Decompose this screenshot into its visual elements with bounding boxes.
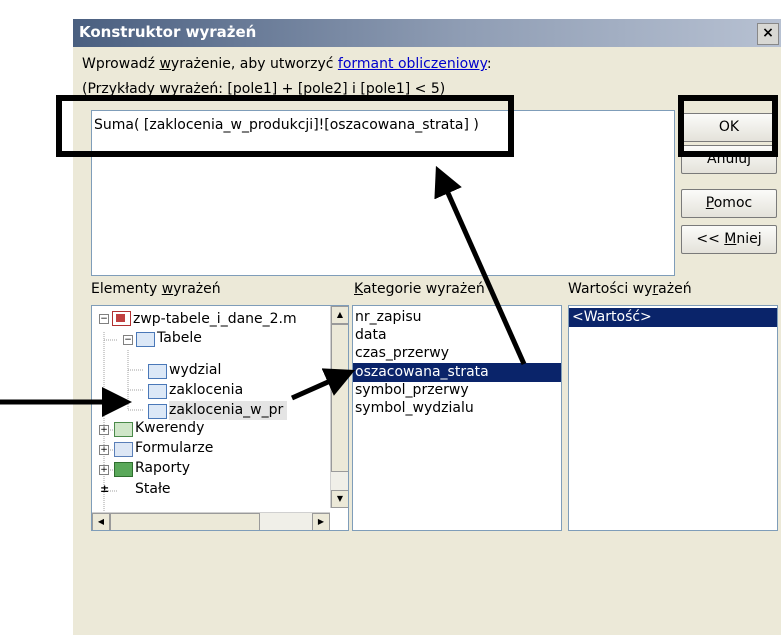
elements-hotkey: w [161,281,174,297]
elements-label-prefix: Elementy [91,281,162,297]
tree-vertical-scrollbar[interactable]: ▲ ▼ [330,306,348,508]
expression-elements-tree[interactable]: − zwp-tabele_i_dane_2.m − Tabele wydzial… [91,305,349,531]
tree-forms[interactable]: Formularze [135,439,213,458]
queries-icon [114,422,133,437]
constants-icon: ± [100,482,110,495]
category-item[interactable]: data [355,326,387,345]
category-item[interactable]: nr_zapisu [355,308,422,327]
less-prefix: << [696,231,725,247]
expression-highlight-box [56,95,514,157]
help-hotkey: P [705,195,714,211]
table-icon [148,404,167,419]
elements-label-rest: yrażeń [173,281,221,297]
table-icon [148,364,167,379]
tree-scroll-thumb[interactable] [331,324,348,472]
category-item[interactable]: symbol_przerwy [355,381,469,400]
scroll-left-icon[interactable]: ◀ [92,513,110,530]
expand-icon[interactable]: + [99,465,109,475]
instruction-text-middle: yrażenie, aby utworzyć [170,56,338,72]
calculated-control-link[interactable]: formant obliczeniowy [338,56,487,72]
less-button[interactable]: << Mniej [681,225,777,254]
scroll-up-icon[interactable]: ▲ [331,306,348,324]
less-label: niej [736,231,762,247]
tree-tables[interactable]: Tabele [157,329,202,348]
database-icon [112,311,131,326]
collapse-icon[interactable]: − [123,335,133,345]
tree-table-item[interactable]: zaklocenia [169,381,243,400]
help-label: omoc [713,195,753,211]
tree-table-item-selected[interactable]: zaklocenia_w_pr [169,401,288,420]
expression-categories-list[interactable]: nr_zapisu data czas_przerwy oszacowana_s… [352,305,562,531]
categories-label-rest: ategorie wyrażeń [362,281,485,297]
scroll-right-icon[interactable]: ▶ [312,513,330,530]
expression-values-list[interactable]: <Wartość> [568,305,778,531]
ok-highlight-box [678,95,778,157]
category-item[interactable]: symbol_wydzialu [355,399,474,418]
instruction-hotkey: w [159,56,171,72]
tree-table-item[interactable]: wydzial [169,361,221,380]
tree-constants[interactable]: Stałe [135,480,171,499]
help-button[interactable]: Pomoc [681,189,777,218]
categories-label: Kategorie wyrażeń [354,281,485,297]
reports-icon [114,462,133,477]
tree-queries[interactable]: Kwerendy [135,419,204,438]
value-item-selected[interactable]: <Wartość> [569,308,777,327]
expand-icon[interactable]: + [99,425,109,435]
tree-horizontal-scrollbar[interactable]: ◀ ▶ [92,512,330,530]
elements-label: Elementy wyrażeń [91,281,221,297]
values-label: Wartości wyrażeń [568,281,692,297]
tree-hscroll-thumb[interactable] [110,513,260,530]
values-label-rest: ażeń [658,281,692,297]
scroll-down-icon[interactable]: ▼ [331,490,348,508]
categories-hotkey: K [354,281,363,297]
category-item[interactable]: czas_przerwy [355,344,449,363]
instruction-suffix: : [486,56,492,72]
close-button[interactable]: × [757,23,779,45]
tree-root[interactable]: zwp-tabele_i_dane_2.m [133,310,297,329]
title-bar[interactable]: Konstruktor wyrażeń × [73,19,781,47]
tables-icon [136,332,155,347]
table-icon [148,384,167,399]
instruction-text: Wprowadź [82,56,160,72]
category-item-selected[interactable]: oszacowana_strata [353,363,561,382]
window-title: Konstruktor wyrażeń [79,23,257,41]
collapse-icon[interactable]: − [99,314,109,324]
instruction-line-1: Wprowadź wyrażenie, aby utworzyć formant… [82,56,492,72]
values-label-prefix: Wartości wy [568,281,653,297]
less-hotkey: M [724,231,737,247]
expand-icon[interactable]: + [99,445,109,455]
forms-icon [114,442,133,457]
tree-reports[interactable]: Raporty [135,459,190,478]
